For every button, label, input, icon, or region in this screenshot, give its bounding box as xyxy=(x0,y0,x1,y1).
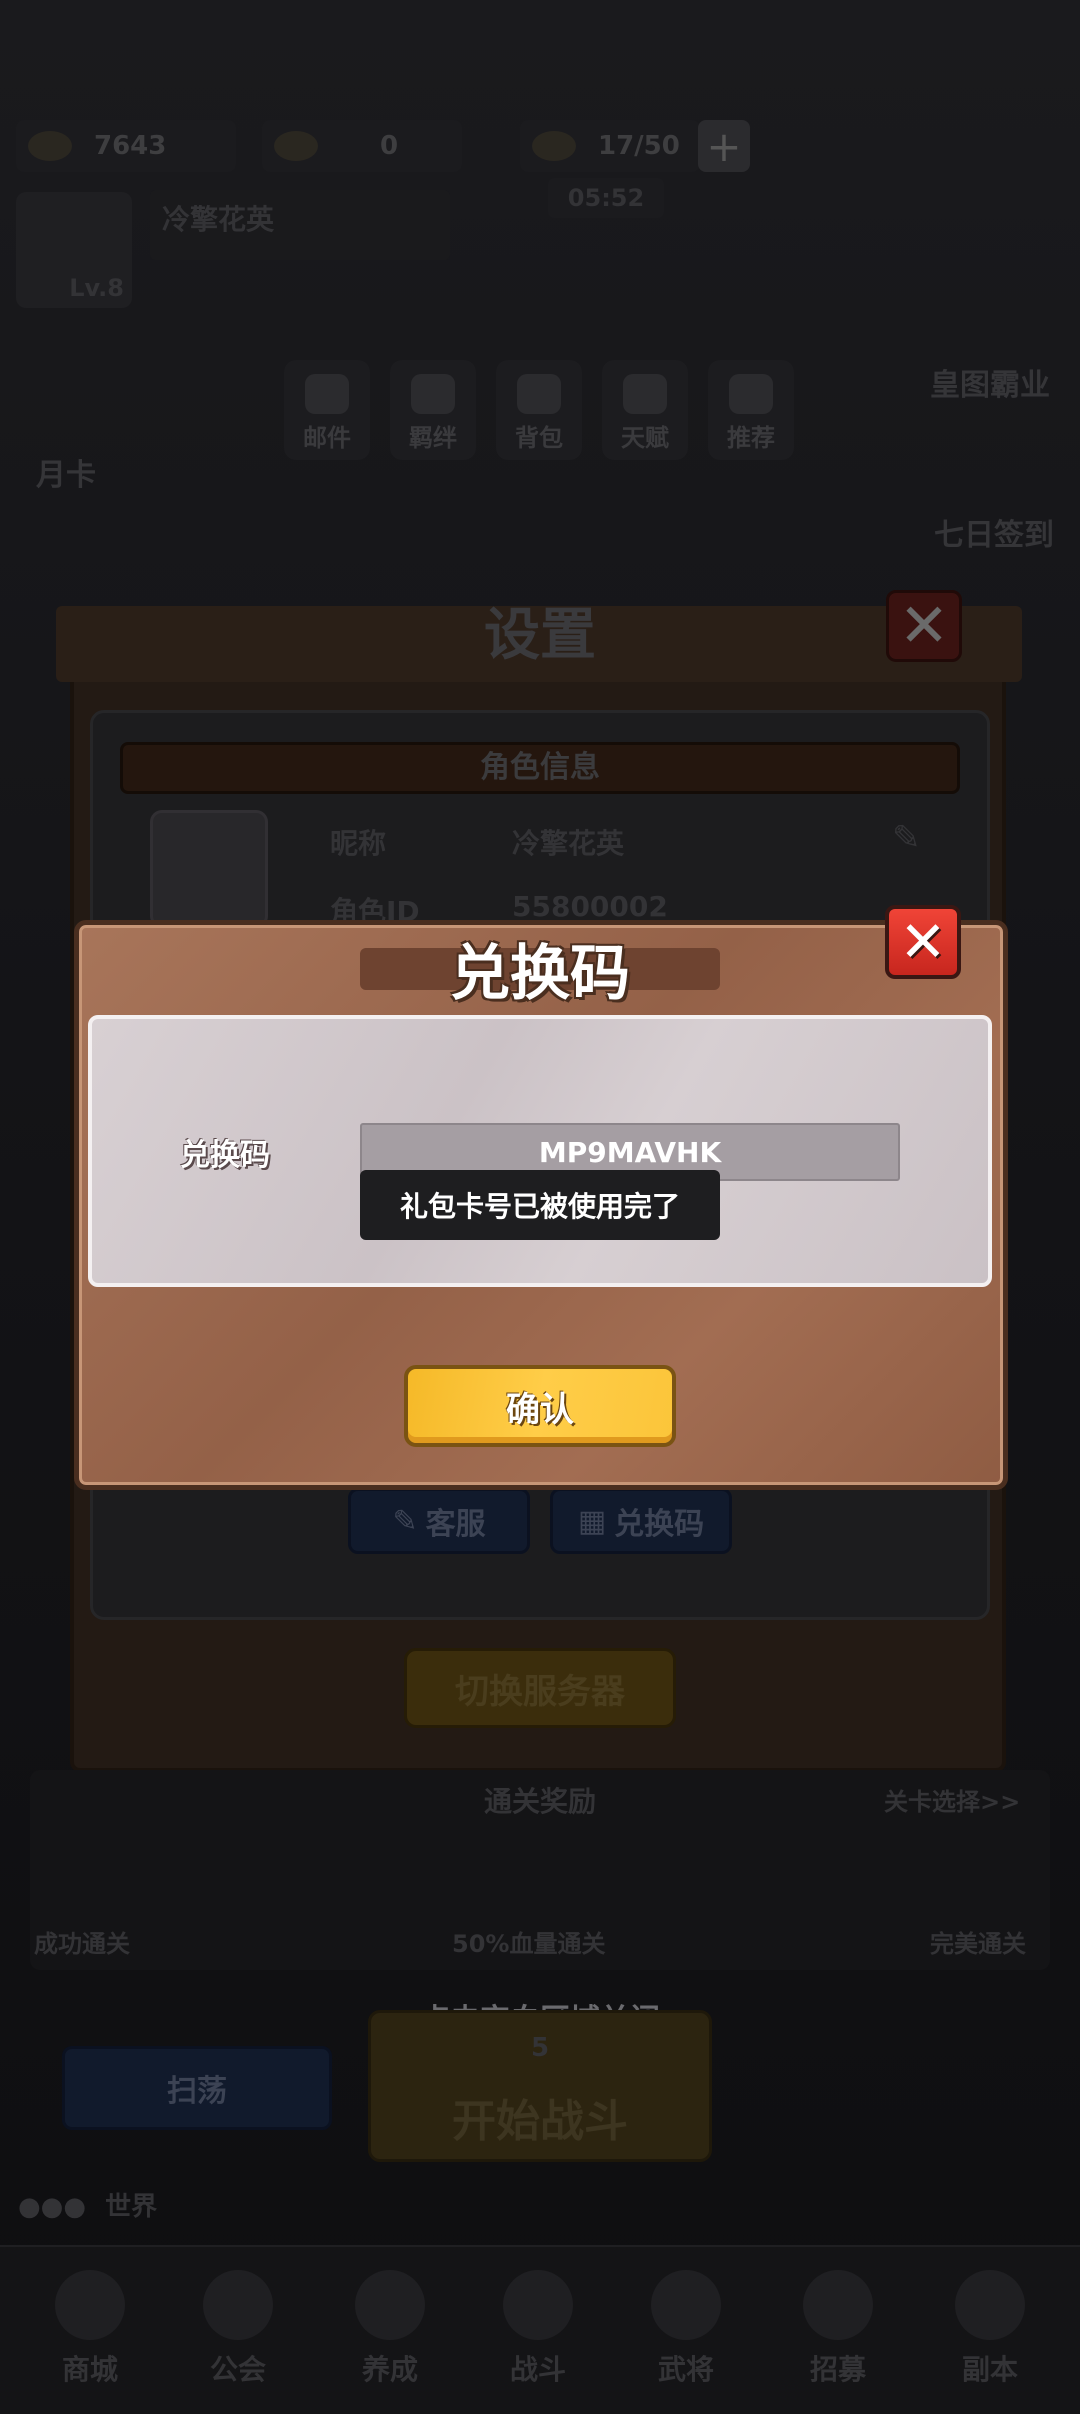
customer-service-button[interactable]: ✎ 客服 xyxy=(348,1488,530,1554)
swords-icon xyxy=(503,2270,573,2340)
reward-success: 成功通关 xyxy=(34,1930,130,1958)
player-name: 冷擎花英 xyxy=(162,203,275,236)
develop-icon xyxy=(355,2270,425,2340)
nav-recruit[interactable]: 招募 xyxy=(778,2270,898,2388)
stamina-icon xyxy=(532,131,576,161)
nav-battle[interactable]: 战斗 xyxy=(478,2270,598,2388)
coin-icon xyxy=(28,131,72,161)
feature-mail[interactable]: 邮件 xyxy=(284,360,370,460)
side-right-empire[interactable]: 皇图霸业 xyxy=(930,360,1050,404)
guild-icon xyxy=(203,2270,273,2340)
role-id-value: 55800002 xyxy=(512,890,668,923)
side-right-signin[interactable]: 七日签到 xyxy=(934,510,1054,554)
player-avatar[interactable]: Lv.8 xyxy=(16,192,132,308)
stage-select-link[interactable]: 关卡选择>> xyxy=(884,1782,1020,1817)
coin-counter: 7643 xyxy=(16,120,236,172)
feature-bag[interactable]: 背包 xyxy=(496,360,582,460)
redeem-field-label: 兑换码 xyxy=(180,1138,270,1173)
nickname-value: 冷擎花英 xyxy=(512,827,625,860)
confirm-button[interactable]: 确认 xyxy=(404,1365,676,1447)
world-chat[interactable]: ●●● 世界 xyxy=(18,2186,157,2223)
edit-icon: ✎ xyxy=(392,1503,418,1539)
nickname-label: 昵称 xyxy=(330,827,387,860)
side-monthly-card[interactable]: 月卡 xyxy=(36,450,96,494)
edit-name-icon[interactable]: ✎ xyxy=(892,818,921,858)
dungeon-icon xyxy=(955,2270,1025,2340)
switch-server-button[interactable]: 切换服务器 xyxy=(404,1648,676,1728)
settings-close-button[interactable]: ✕ xyxy=(886,590,962,662)
mail-icon xyxy=(305,374,349,414)
add-stamina-button[interactable]: + xyxy=(698,120,750,172)
settings-avatar[interactable] xyxy=(150,810,268,928)
gem-icon xyxy=(274,131,318,161)
start-battle-button[interactable]: 5 开始战斗 xyxy=(368,2010,712,2162)
bag-icon xyxy=(517,374,561,414)
stamina-counter: 17/50 xyxy=(520,120,700,172)
gem-counter: 0 xyxy=(262,120,462,172)
stamina-timer: 05:52 xyxy=(548,178,664,218)
battle-cost: 5 xyxy=(530,2033,550,2063)
feature-recommend[interactable]: 推荐 xyxy=(708,360,794,460)
reward-half-hp: 50%血量通关 xyxy=(452,1930,606,1958)
nav-develop[interactable]: 养成 xyxy=(330,2270,450,2388)
nav-generals[interactable]: 武将 xyxy=(626,2270,746,2388)
reward-perfect: 完美通关 xyxy=(930,1930,1026,1958)
error-toast: 礼包卡号已被使用完了 xyxy=(360,1170,720,1240)
shop-icon xyxy=(55,2270,125,2340)
close-icon: ✕ xyxy=(899,909,947,975)
nav-shop[interactable]: 商城 xyxy=(30,2270,150,2388)
gem-value: 0 xyxy=(380,131,399,161)
general-icon xyxy=(651,2270,721,2340)
thumbs-up-icon xyxy=(729,374,773,414)
qr-icon: ▦ xyxy=(577,1503,607,1539)
chat-bubble-icon: ●●● xyxy=(18,2192,87,2222)
feature-bond[interactable]: 羁绊 xyxy=(390,360,476,460)
heart-icon xyxy=(411,374,455,414)
recruit-icon xyxy=(803,2270,873,2340)
redeem-close-button[interactable]: ✕ xyxy=(885,905,961,979)
coin-value: 7643 xyxy=(94,131,167,161)
player-level: Lv.8 xyxy=(69,274,124,302)
feature-talent[interactable]: 天赋 xyxy=(602,360,688,460)
role-info-header: 角色信息 xyxy=(120,742,960,794)
sweep-button[interactable]: 扫荡 xyxy=(62,2046,332,2130)
redeem-code-button[interactable]: ▦ 兑换码 xyxy=(550,1488,732,1554)
player-name-plate: 冷擎花英 xyxy=(150,190,450,260)
talent-icon xyxy=(623,374,667,414)
nav-guild[interactable]: 公会 xyxy=(178,2270,298,2388)
nav-dungeon[interactable]: 副本 xyxy=(930,2270,1050,2388)
stamina-value: 17/50 xyxy=(598,131,680,161)
start-battle-label: 开始战斗 xyxy=(452,2096,628,2147)
